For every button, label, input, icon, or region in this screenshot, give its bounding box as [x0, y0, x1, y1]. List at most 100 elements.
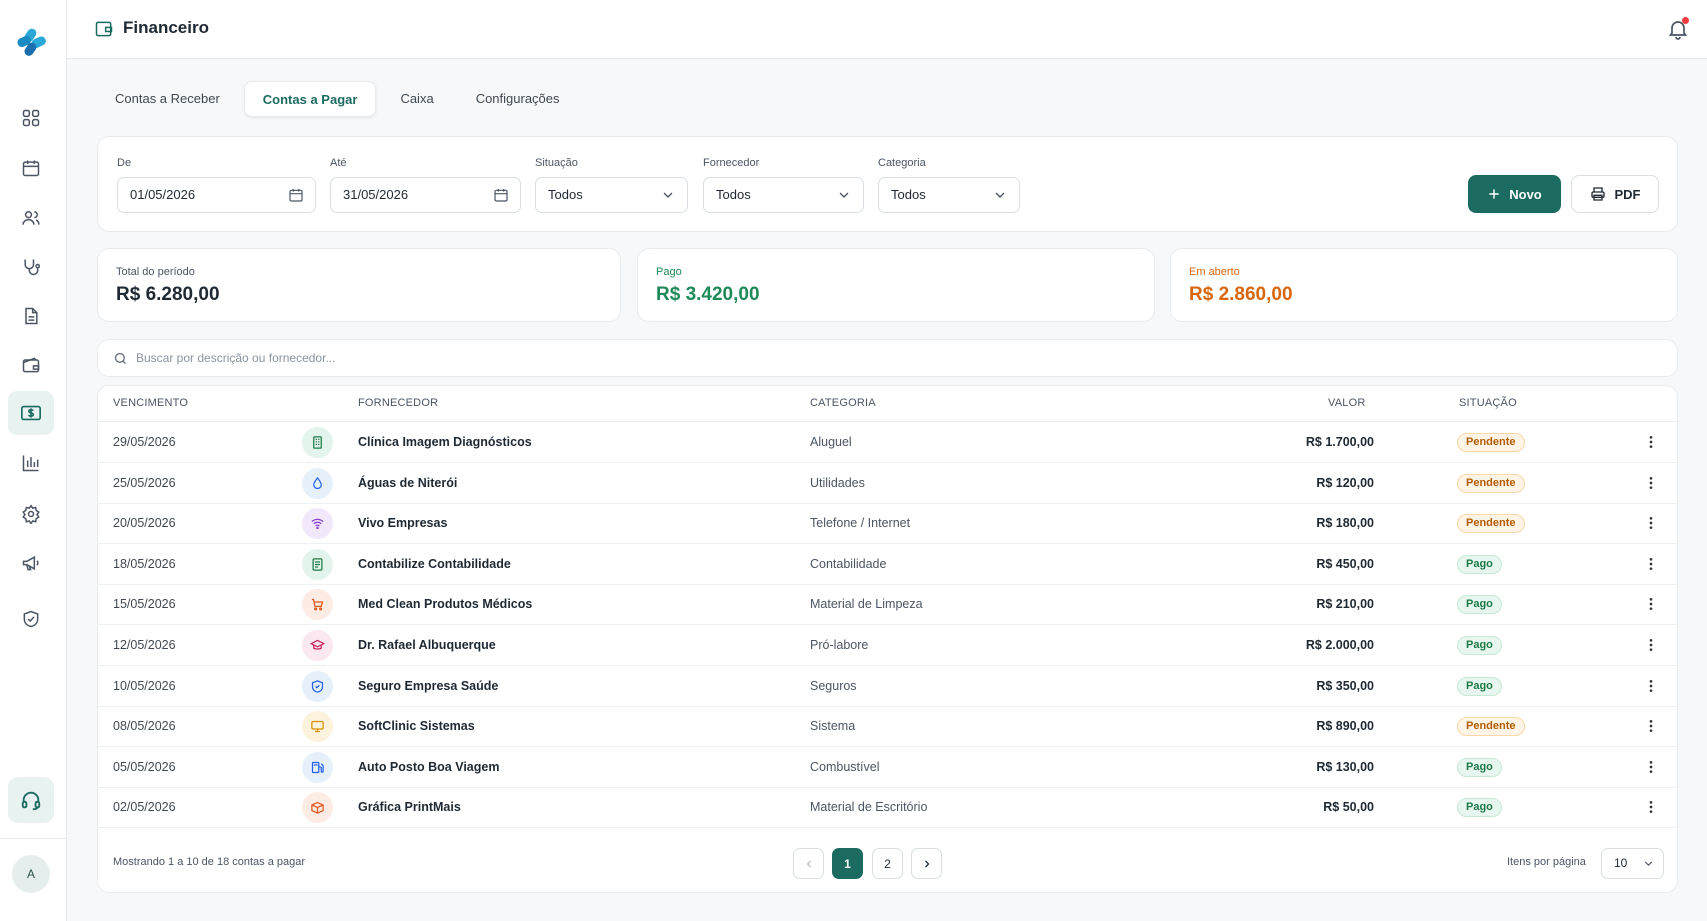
sidebar-item-financial[interactable] — [8, 391, 54, 435]
more-options-icon[interactable] — [1643, 718, 1659, 734]
wifi-icon — [311, 518, 324, 530]
sidebar-item-calendar[interactable] — [14, 151, 48, 185]
sidebar-item-marketing[interactable] — [14, 546, 48, 580]
due-date-cell: 18/05/2026 — [113, 556, 176, 571]
per-page-value: 10 — [1614, 856, 1628, 870]
sidebar-item-clinical[interactable] — [14, 250, 48, 284]
tab-configuracoes[interactable]: Configurações — [458, 81, 578, 117]
new-button-label: Novo — [1509, 186, 1542, 202]
logo-icon[interactable] — [14, 26, 50, 58]
more-options-icon[interactable] — [1643, 678, 1659, 694]
status-badge: Pendente — [1457, 717, 1525, 737]
value-cell: R$ 890,00 — [1316, 719, 1374, 734]
calendar-icon[interactable] — [288, 187, 304, 203]
bills-table: VENCIMENTO FORNECEDOR CATEGORIA VALOR SI… — [97, 385, 1679, 893]
table-row[interactable]: 10/05/2026 Seguro Empresa Saúde Seguros R$ … — [98, 666, 1679, 707]
supplier-avatar — [302, 630, 333, 661]
summary-card-paid: Pago R$ 3.420,00 — [637, 248, 1155, 322]
supplier-avatar — [302, 548, 333, 580]
table-row[interactable]: 18/05/2026 Contabilize Contabilidade Conta… — [98, 544, 1679, 585]
more-options-icon[interactable] — [1643, 475, 1659, 491]
category-cell: Aluguel — [810, 435, 852, 449]
search-input[interactable]: Buscar por descrição ou fornecedor... — [136, 351, 335, 365]
page-title: Financeiro — [123, 18, 209, 37]
sidebar-item-security[interactable] — [14, 602, 48, 636]
column-header-category[interactable]: CATEGORIA — [810, 397, 876, 409]
table-row[interactable]: 29/05/2026 Clínica Imagem Diagnósticos Alu… — [98, 422, 1679, 463]
column-header-status[interactable]: SITUAÇÃO — [1459, 397, 1517, 409]
more-options-icon[interactable] — [1643, 637, 1659, 653]
next-page-button[interactable] — [911, 848, 942, 879]
calendar-icon[interactable] — [493, 187, 509, 203]
more-options-icon[interactable] — [1643, 434, 1659, 450]
table-row[interactable]: 05/05/2026 Auto Posto Boa Viagem Combustív… — [98, 747, 1679, 788]
sidebar-item-reports[interactable] — [14, 446, 48, 480]
status-select[interactable]: Todos — [535, 177, 688, 213]
category-cell: Sistema — [810, 719, 856, 734]
pdf-button[interactable]: PDF — [1571, 175, 1659, 213]
open-value: R$ 2.860,00 — [1189, 284, 1293, 305]
supplier-avatar — [302, 427, 333, 458]
tab-caixa[interactable]: Caixa — [382, 81, 451, 117]
page-button-1[interactable]: 1 — [832, 848, 863, 879]
more-options-icon[interactable] — [1643, 556, 1659, 572]
notification-dot — [1682, 17, 1689, 24]
page-button-2[interactable]: 2 — [872, 848, 903, 879]
due-date-cell: 02/05/2026 — [113, 800, 176, 815]
support-button[interactable] — [8, 777, 54, 823]
column-header-supplier[interactable]: FORNECEDOR — [358, 397, 438, 409]
category-select[interactable]: Todos — [878, 177, 1020, 213]
total-value: R$ 6.280,00 — [116, 284, 220, 305]
sidebar-item-documents[interactable] — [14, 299, 48, 333]
supplier-select[interactable]: Todos — [703, 177, 864, 213]
column-header-value[interactable]: VALOR — [1328, 397, 1365, 409]
from-date-input[interactable]: 01/05/2026 — [117, 177, 316, 213]
due-date-cell: 12/05/2026 — [113, 638, 176, 652]
prev-page-button[interactable] — [793, 848, 824, 879]
supplier-avatar — [302, 711, 333, 743]
more-options-icon[interactable] — [1643, 515, 1659, 531]
monitor-icon — [311, 721, 324, 733]
tab-contas-a-pagar[interactable]: Contas a Pagar — [243, 81, 377, 117]
table-row[interactable]: 02/05/2026 Gráfica PrintMais Material de E… — [98, 787, 1679, 829]
column-header-due[interactable]: VENCIMENTO — [113, 397, 188, 409]
sidebar-item-settings[interactable] — [14, 497, 48, 531]
value-cell: R$ 180,00 — [1316, 516, 1374, 531]
due-date-cell: 05/05/2026 — [113, 759, 176, 774]
search-bar[interactable]: Buscar por descrição ou fornecedor... — [97, 339, 1678, 377]
more-options-icon[interactable] — [1643, 799, 1659, 815]
category-cell: Material de Limpeza — [810, 597, 923, 612]
gear-icon — [22, 504, 40, 524]
avatar[interactable]: A — [12, 855, 50, 893]
new-bill-button[interactable]: Novo — [1468, 175, 1561, 213]
sidebar-item-wallet[interactable] — [14, 348, 48, 382]
per-page-select[interactable]: 10 — [1601, 848, 1664, 879]
table-row[interactable]: 20/05/2026 Vivo Empresas Telefone / Intern… — [98, 503, 1679, 545]
more-options-icon[interactable] — [1643, 759, 1659, 775]
due-date-cell: 08/05/2026 — [113, 719, 176, 734]
table-row[interactable]: 12/05/2026 Dr. Rafael Albuquerque Pró-labo… — [98, 625, 1679, 666]
table-row[interactable]: 08/05/2026 SoftClinic Sistemas Sistema R$ 8… — [98, 706, 1679, 748]
supplier-cell: Auto Posto Boa Viagem — [358, 759, 500, 774]
table-row[interactable]: 25/05/2026 Águas de Niterói Utilidades R$ 1… — [98, 463, 1679, 504]
to-date-value: 31/05/2026 — [343, 187, 409, 202]
supplier-cell: Dr. Rafael Albuquerque — [358, 638, 496, 652]
due-date-cell: 15/05/2026 — [113, 597, 176, 612]
to-date-input[interactable]: 31/05/2026 — [330, 177, 521, 213]
money-icon — [21, 405, 41, 421]
to-date-label: Até — [330, 157, 347, 169]
supplier-cell: SoftClinic Sistemas — [358, 719, 475, 734]
sidebar-item-dashboard[interactable] — [14, 101, 48, 135]
document-icon — [25, 307, 38, 325]
sidebar-item-patients[interactable] — [14, 201, 48, 235]
value-cell: R$ 350,00 — [1316, 678, 1374, 693]
plus-icon — [1489, 189, 1499, 199]
status-badge: Pendente — [1457, 433, 1525, 452]
more-options-icon[interactable] — [1643, 596, 1659, 612]
supplier-cell: Gráfica PrintMais — [358, 800, 461, 815]
table-row[interactable]: 15/05/2026 Med Clean Produtos Médicos Mate… — [98, 584, 1679, 626]
tab-contas-a-receber[interactable]: Contas a Receber — [97, 81, 238, 117]
box-icon — [311, 802, 324, 815]
tab-bar: Contas a Receber Contas a Pagar Caixa Co… — [97, 81, 578, 117]
supplier-select-value: Todos — [716, 187, 751, 202]
